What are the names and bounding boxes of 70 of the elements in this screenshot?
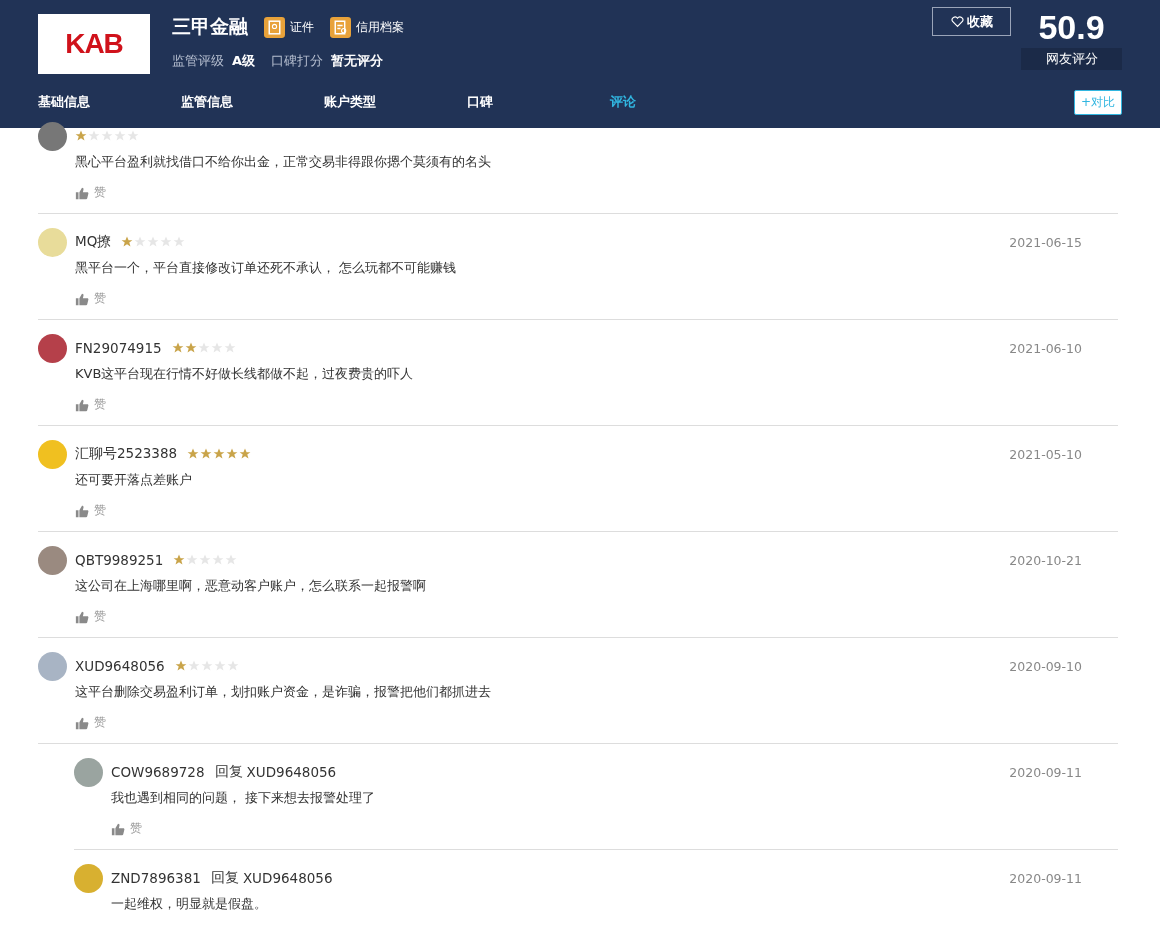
- company-logo: KAB: [38, 14, 150, 74]
- user-avatar: [74, 757, 103, 787]
- comment-text: 一起维权，明显就是假盘。: [111, 895, 268, 913]
- comment-date: 2021-06-10: [1009, 340, 1082, 356]
- company-name: 三甲金融: [172, 14, 248, 39]
- comment-date: 2021-06-15: [1009, 234, 1082, 250]
- reply-label: 回复: [214, 763, 243, 781]
- thumbs-up-icon: [75, 397, 89, 412]
- user-avatar: [38, 651, 67, 681]
- thumbs-up-icon: [75, 503, 89, 518]
- favorite-button[interactable]: 收藏: [932, 7, 1011, 36]
- user-name[interactable]: QBT9989251: [75, 552, 164, 568]
- user-avatar: [38, 545, 67, 575]
- user-avatar: [38, 333, 67, 363]
- star-icon: [173, 554, 186, 566]
- comment-text: 我也遇到相同的问题， 接下来想去报警处理了: [111, 789, 377, 807]
- heart-icon: [950, 15, 964, 28]
- comment-date: 2020-09-11: [1009, 870, 1082, 886]
- nav-tab[interactable]: 账户类型: [324, 93, 467, 111]
- score-label: 网友评分: [1021, 48, 1122, 70]
- user-avatar: [74, 863, 103, 893]
- comment-date: 2020-09-10: [1009, 658, 1082, 674]
- regulation-label: 监管评级: [172, 52, 224, 70]
- user-name[interactable]: FN29074915: [75, 340, 162, 356]
- user-name[interactable]: 汇聊号2523388: [75, 445, 178, 463]
- comment-text: 还可要开落点差账户: [75, 471, 193, 489]
- comment-text: 这平台删除交易盈利订单，划扣账户资金，是诈骗，报警把他们都抓进去: [75, 683, 492, 701]
- thumbs-up-icon: [75, 291, 89, 306]
- comment-text: 黑心平台盈利就找借口不给你出金，正常交易非得跟你摁个莫须有的名头: [75, 153, 492, 171]
- nav-tab[interactable]: 口碑: [467, 93, 610, 111]
- star-icon: [174, 660, 187, 672]
- document-icon: [330, 16, 351, 38]
- replied-user-name[interactable]: XUD9648056: [242, 870, 333, 886]
- thumbs-up-icon: [111, 821, 125, 836]
- nav-tab[interactable]: 评论: [610, 93, 753, 111]
- thumbs-up-icon: [75, 185, 89, 200]
- user-name[interactable]: ZND7896381: [111, 870, 201, 886]
- user-name[interactable]: XUD9648056: [75, 658, 165, 674]
- reputation-score: 暂无评分: [331, 52, 384, 70]
- star-icon: [213, 448, 226, 460]
- reputation-label: 口碑打分: [271, 52, 324, 70]
- certificate-icon: [264, 16, 285, 38]
- badge-link[interactable]: 证件: [290, 18, 314, 36]
- star-icon: [200, 448, 213, 460]
- nav-tab[interactable]: 基础信息: [38, 93, 181, 111]
- replied-user-name[interactable]: XUD9648056: [246, 764, 337, 780]
- star-icon: [121, 236, 134, 248]
- thumbs-up-icon: [75, 715, 89, 730]
- regulation-grade: A级: [232, 52, 256, 70]
- user-avatar: [38, 227, 67, 257]
- user-name[interactable]: COW9689728: [111, 764, 205, 780]
- badge-link[interactable]: 信用档案: [356, 18, 404, 36]
- comment-date: 2021-05-10: [1009, 446, 1082, 462]
- comment-date: 2020-09-11: [1009, 764, 1082, 780]
- star-icon: [171, 342, 184, 354]
- star-icon: [75, 130, 87, 142]
- comment-text: 黑平台一个，平台直接修改订单还死不承认， 怎么玩都不可能赚钱: [75, 259, 458, 277]
- star-icon: [239, 448, 252, 460]
- comment-text: KVB这平台现在行情不好做长线都做不起，过夜费贵的吓人: [75, 365, 415, 383]
- comment-date: 2020-10-21: [1009, 552, 1082, 568]
- star-icon: [226, 448, 239, 460]
- star-icon: [184, 342, 197, 354]
- reply-label: 回复: [210, 869, 239, 887]
- user-avatar: [38, 439, 67, 469]
- user-score: 50.9: [1038, 7, 1105, 48]
- comment-text: 这公司在上海哪里啊，恶意动客户账户，怎么联系一起报警啊: [75, 577, 427, 595]
- star-icon: [187, 448, 200, 460]
- user-name[interactable]: MQ撩: [75, 233, 112, 251]
- nav-tab[interactable]: 监管信息: [181, 93, 324, 111]
- thumbs-up-icon: [75, 609, 89, 624]
